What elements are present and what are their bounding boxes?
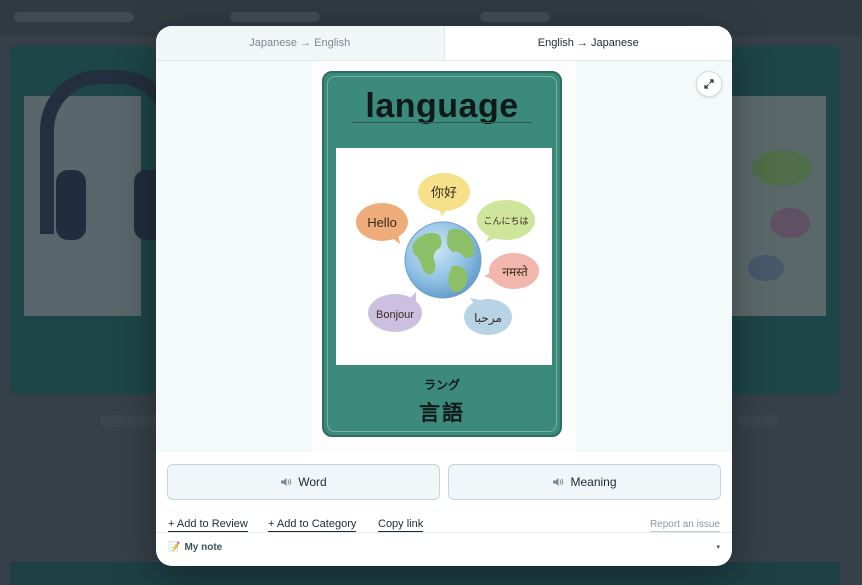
note-icon: 📝 — [168, 541, 181, 553]
divider — [156, 532, 732, 533]
flashcard-modal: Japanese → English English → Japanese la… — [156, 26, 732, 566]
audio-buttons: Word Meaning — [167, 464, 721, 500]
tab-japanese-to-english[interactable]: Japanese → English — [156, 26, 445, 60]
card-stage: language Hello 你好 こんにちは नमस्ते مرحبا Bon… — [156, 61, 732, 452]
card-actions: + Add to Review + Add to Category Copy l… — [168, 518, 720, 532]
greeting-namaste: नमस्ते — [502, 265, 529, 279]
report-issue-link[interactable]: Report an issue — [649, 518, 720, 532]
card-divider — [352, 122, 532, 123]
tab-english-to-japanese[interactable]: English → Japanese — [444, 26, 732, 60]
greeting-konnichiwa: こんにちは — [483, 216, 528, 227]
speech-bubble-tail — [438, 208, 448, 216]
chevron-down-icon: ▾ — [716, 544, 720, 551]
greeting-nihao: 你好 — [431, 186, 457, 201]
add-to-review-link[interactable]: + Add to Review — [168, 518, 248, 532]
my-note-label: My note — [184, 541, 223, 553]
flashcard[interactable]: language Hello 你好 こんにちは नमस्ते مرحبا Bon… — [322, 71, 562, 437]
card-illustration: Hello 你好 こんにちは नमस्ते مرحبا Bonjour — [336, 148, 552, 365]
expand-icon — [704, 79, 714, 89]
speaker-icon — [553, 478, 564, 486]
expand-button[interactable] — [696, 71, 722, 97]
my-note-toggle[interactable]: 📝 My note ▾ — [168, 537, 720, 557]
card-reading: ラング — [423, 378, 460, 392]
globe-speech-bubbles-illustration: Hello 你好 こんにちは नमस्ते مرحبا Bonjour — [356, 173, 539, 335]
card-word: language — [365, 87, 519, 125]
greeting-hello: Hello — [367, 215, 397, 230]
greeting-bonjour: Bonjour — [376, 309, 414, 321]
direction-tabs: Japanese → English English → Japanese — [156, 26, 732, 61]
play-word-label: Word — [298, 475, 327, 489]
copy-link[interactable]: Copy link — [378, 518, 424, 532]
speaker-icon — [281, 478, 292, 486]
play-word-button[interactable]: Word — [167, 464, 440, 500]
card-meaning: 言語 — [419, 402, 465, 425]
globe-icon — [404, 221, 482, 299]
greeting-marhaba: مرحبا — [474, 311, 502, 326]
play-meaning-label: Meaning — [570, 475, 617, 489]
play-meaning-button[interactable]: Meaning — [448, 464, 721, 500]
card-frame: language Hello 你好 こんにちは नमस्ते مرحبا Bon… — [312, 61, 576, 452]
add-to-category-link[interactable]: + Add to Category — [268, 518, 357, 532]
